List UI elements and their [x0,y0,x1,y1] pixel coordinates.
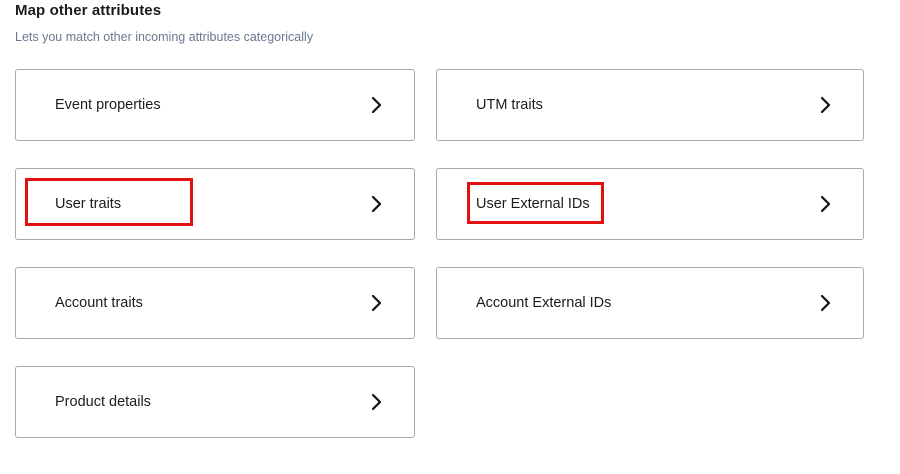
chevron-right-icon [819,96,833,114]
account-traits-card[interactable]: Account traits [15,267,415,339]
chevron-right-icon [370,96,384,114]
map-other-attributes-panel: Map other attributes Lets you match othe… [0,0,900,474]
card-label: Account External IDs [476,295,612,311]
section-subtitle: Lets you match other incoming attributes… [15,30,314,44]
chevron-right-icon [819,195,833,213]
user-external-ids-card[interactable]: User External IDs [436,168,864,240]
card-label: Event properties [55,97,161,113]
user-traits-card[interactable]: User traits [15,168,415,240]
chevron-right-icon [370,195,384,213]
chevron-right-icon [370,294,384,312]
utm-traits-card[interactable]: UTM traits [436,69,864,141]
chevron-right-icon [370,393,384,411]
event-properties-card[interactable]: Event properties [15,69,415,141]
card-label: Product details [55,394,151,410]
account-external-ids-card[interactable]: Account External IDs [436,267,864,339]
card-label: User traits [55,196,122,212]
card-label: User External IDs [476,196,590,212]
card-label: Account traits [55,295,143,311]
card-label: UTM traits [476,97,543,113]
chevron-right-icon [819,294,833,312]
product-details-card[interactable]: Product details [15,366,415,438]
section-title: Map other attributes [15,2,162,19]
